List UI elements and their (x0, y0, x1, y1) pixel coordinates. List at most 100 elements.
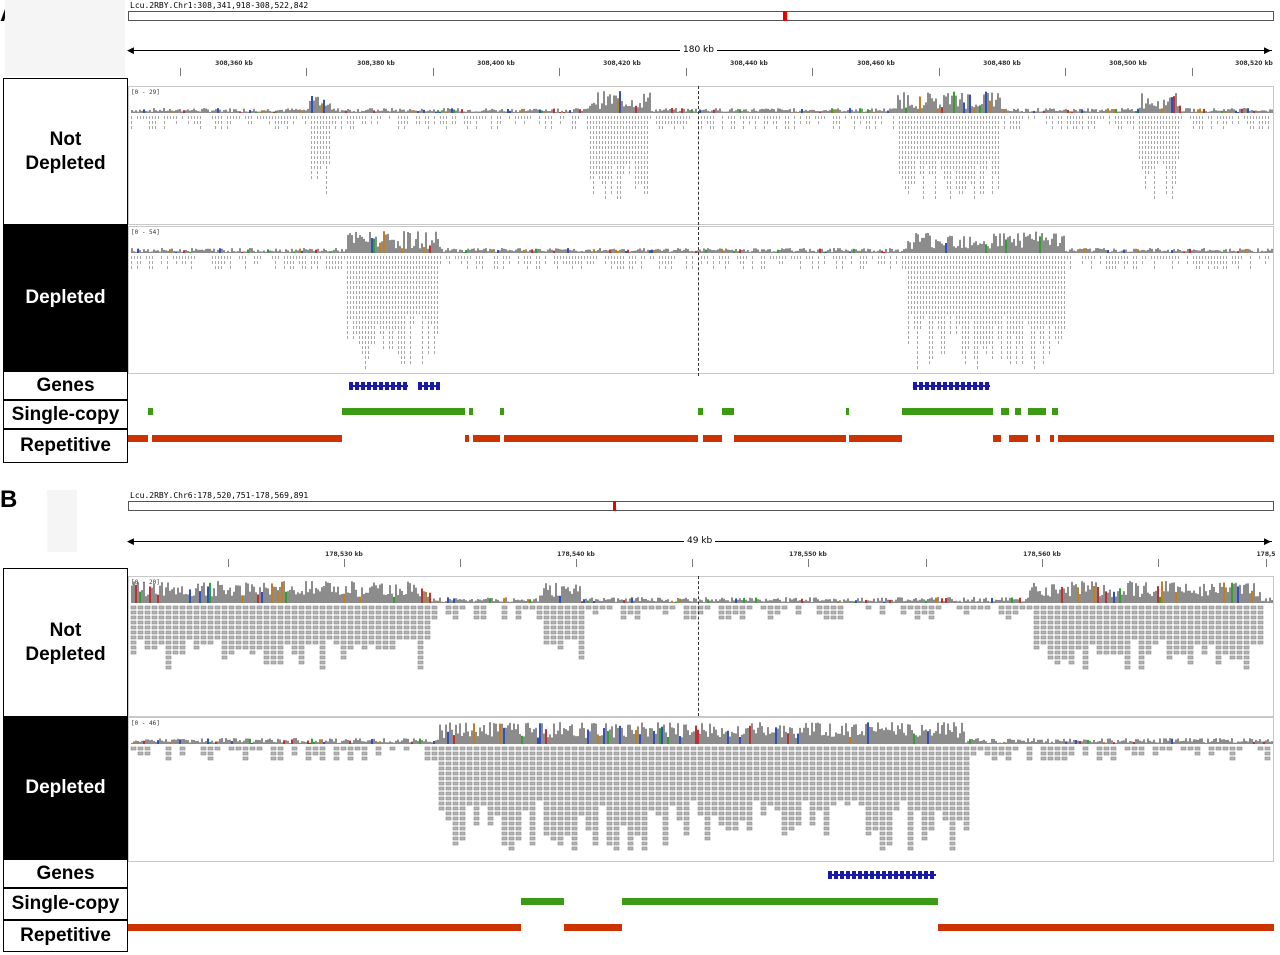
read[interactable] (941, 326, 942, 329)
read[interactable] (1043, 326, 1044, 329)
read[interactable] (398, 256, 399, 259)
read[interactable] (632, 146, 633, 149)
coverage-bar[interactable] (363, 111, 365, 113)
coverage-bar[interactable] (531, 110, 533, 113)
read[interactable] (194, 116, 195, 119)
read[interactable] (932, 346, 933, 349)
coverage-bar[interactable] (837, 248, 839, 253)
read[interactable] (644, 151, 645, 154)
read[interactable] (995, 141, 996, 144)
read[interactable] (287, 126, 288, 129)
read[interactable] (572, 116, 573, 119)
read[interactable] (590, 166, 591, 169)
read[interactable] (905, 266, 906, 269)
coverage-bar[interactable] (263, 250, 265, 253)
read[interactable] (968, 306, 969, 309)
read[interactable] (923, 136, 924, 139)
coverage-bar[interactable] (867, 109, 869, 113)
read[interactable] (1001, 346, 1002, 349)
read[interactable] (1160, 156, 1161, 159)
read[interactable] (875, 126, 876, 129)
read[interactable] (962, 346, 963, 349)
read[interactable] (275, 256, 276, 259)
read[interactable] (323, 121, 324, 124)
read[interactable] (605, 171, 606, 174)
coverage-bar[interactable] (151, 587, 153, 603)
coverage-bar[interactable] (513, 251, 515, 253)
read[interactable] (1196, 256, 1197, 259)
read[interactable] (596, 156, 597, 159)
read[interactable] (902, 176, 903, 179)
read[interactable] (1034, 271, 1035, 274)
read[interactable] (932, 171, 933, 174)
read[interactable] (1055, 276, 1056, 279)
read[interactable] (932, 276, 933, 279)
read[interactable] (428, 276, 429, 279)
read[interactable] (602, 171, 603, 174)
coverage-bar[interactable] (1033, 110, 1035, 113)
read[interactable] (368, 311, 369, 314)
read[interactable] (365, 361, 366, 364)
read[interactable] (971, 121, 972, 124)
read[interactable] (743, 116, 744, 119)
read[interactable] (959, 146, 960, 149)
read[interactable] (1013, 286, 1014, 289)
read[interactable] (965, 291, 966, 294)
coverage-bar[interactable] (385, 594, 387, 603)
coverage-bar[interactable] (207, 109, 209, 113)
coverage-bar[interactable] (613, 597, 615, 603)
coverage-bar[interactable] (1137, 108, 1139, 113)
read[interactable] (500, 121, 501, 124)
read[interactable] (980, 281, 981, 284)
read[interactable] (1106, 266, 1107, 269)
read[interactable] (968, 276, 969, 279)
coverage-bar[interactable] (255, 251, 257, 253)
read[interactable] (755, 116, 756, 119)
read[interactable] (1010, 121, 1011, 124)
coverage-bar[interactable] (1061, 236, 1063, 253)
read[interactable] (899, 146, 900, 149)
repetitive-segment[interactable] (473, 435, 500, 442)
read[interactable] (386, 266, 387, 269)
coverage-bar[interactable] (501, 108, 503, 113)
read[interactable] (437, 286, 438, 289)
read[interactable] (650, 256, 651, 259)
coverage-bar[interactable] (1083, 110, 1085, 113)
coverage-bar[interactable] (587, 600, 589, 603)
coverage-bar[interactable] (635, 250, 637, 253)
coverage-bar[interactable] (889, 108, 891, 113)
coverage-bar[interactable] (705, 249, 707, 253)
read[interactable] (1154, 161, 1155, 164)
coverage-bar[interactable] (737, 251, 739, 253)
coverage-bar[interactable] (269, 594, 271, 603)
coverage-bar[interactable] (1179, 250, 1181, 253)
coverage-bar[interactable] (1141, 249, 1143, 253)
read[interactable] (965, 126, 966, 129)
coverage-bar[interactable] (765, 598, 767, 603)
coverage-bar[interactable] (579, 251, 581, 253)
read[interactable] (1019, 341, 1020, 344)
read[interactable] (962, 326, 963, 329)
read[interactable] (1055, 336, 1056, 339)
coverage-bar[interactable] (231, 111, 233, 113)
read[interactable] (152, 256, 153, 259)
read[interactable] (269, 116, 270, 119)
read[interactable] (599, 126, 600, 129)
coverage-bar[interactable] (653, 249, 655, 253)
read[interactable] (167, 266, 168, 269)
coverage-bar[interactable] (1079, 248, 1081, 253)
read[interactable] (974, 256, 975, 259)
read[interactable] (371, 271, 372, 274)
read[interactable] (935, 146, 936, 149)
read[interactable] (935, 191, 936, 194)
read[interactable] (992, 296, 993, 299)
coverage-bar[interactable] (189, 589, 191, 603)
read[interactable] (989, 126, 990, 129)
read[interactable] (1031, 331, 1032, 334)
read[interactable] (641, 256, 642, 259)
coverage-bar[interactable] (925, 233, 927, 253)
read[interactable] (944, 141, 945, 144)
read[interactable] (794, 116, 795, 119)
coverage-bar[interactable] (509, 249, 511, 253)
read[interactable] (497, 261, 498, 264)
